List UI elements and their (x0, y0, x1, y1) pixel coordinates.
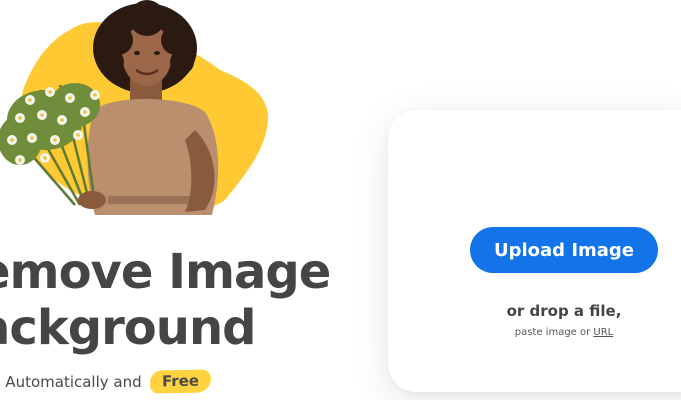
upload-card: Upload Image or drop a file, paste image… (388, 110, 681, 392)
free-badge: Free (149, 369, 211, 394)
page-title-line-1: emove Image (0, 244, 331, 300)
url-link[interactable]: URL (593, 327, 613, 338)
subtitle-text: 6 Automatically and (0, 372, 142, 391)
drop-file-text: or drop a file, (506, 302, 622, 320)
paste-image-text: paste image or URL (388, 327, 681, 338)
page-title: emove Image ackground (0, 244, 331, 356)
paste-prefix-text: paste image or (514, 327, 594, 338)
page-title-line-2: ackground (0, 300, 256, 356)
upload-image-button[interactable]: Upload Image (470, 227, 658, 273)
page-subtitle: 6 Automatically and Free (0, 369, 211, 394)
hero-image (0, 0, 320, 225)
